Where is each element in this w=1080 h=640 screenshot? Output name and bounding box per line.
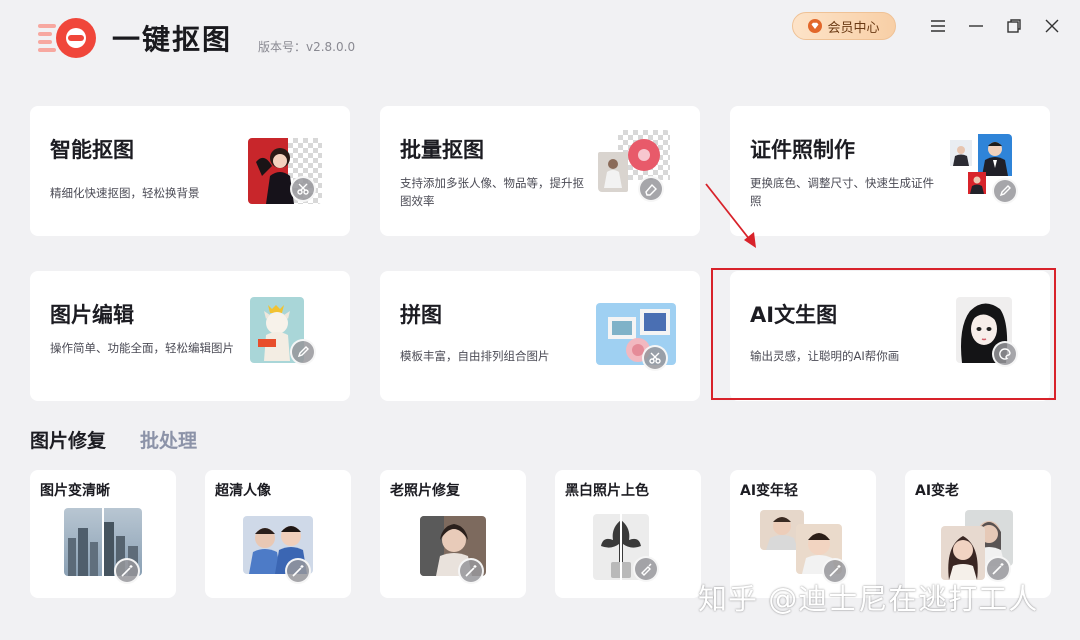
maximize-button[interactable] — [1000, 12, 1028, 40]
scissors-icon — [649, 352, 661, 364]
feature-card-image-edit[interactable]: 图片编辑 操作简单、功能全面，轻松编辑图片 — [30, 271, 350, 401]
tool-title: AI变年轻 — [740, 483, 799, 499]
pencil-icon — [999, 185, 1011, 197]
wand-icon — [992, 563, 1004, 575]
tool-card-sharpen[interactable]: 图片变清晰 — [30, 470, 176, 598]
tool-title: 黑白照片上色 — [565, 483, 649, 499]
menu-icon — [931, 20, 945, 32]
minimize-button[interactable] — [962, 12, 990, 40]
tool-title: 老照片修复 — [390, 483, 460, 499]
feature-title: 智能抠图 — [50, 138, 134, 162]
feature-desc: 操作简单、功能全面，轻松编辑图片 — [50, 341, 234, 355]
tool-card-colorize[interactable]: 黑白照片上色 — [555, 470, 701, 598]
tab-image-repair[interactable]: 图片修复 — [30, 426, 106, 453]
vip-center-button[interactable]: 会员中心 — [792, 12, 896, 40]
tool-card-hd-portrait[interactable]: 超清人像 — [205, 470, 351, 598]
version-label: 版本号：v2.8.0.0 — [258, 40, 356, 54]
feature-desc: 支持添加多张人像、物品等，提升抠图效率 — [400, 176, 584, 208]
feature-desc: 模板丰富，自由排列组合图片 — [400, 349, 550, 363]
app-title: 一键抠图 — [112, 23, 233, 56]
feature-title: 批量抠图 — [400, 138, 484, 162]
maximize-icon — [1007, 19, 1021, 33]
feature-title: 证件照制作 — [750, 138, 855, 162]
tool-title: AI变老 — [915, 483, 960, 499]
wand-badge — [458, 558, 484, 584]
feature-card-batch-cutout[interactable]: 批量抠图 支持添加多张人像、物品等，提升抠图效率 — [380, 106, 700, 236]
feature-card-smart-cutout[interactable]: 智能抠图 精细化快速抠图，轻松换背景 — [30, 106, 350, 236]
tool-title: 图片变清晰 — [40, 483, 110, 499]
tool-card-old-photo-restore[interactable]: 老照片修复 — [380, 470, 526, 598]
pencil-icon — [297, 346, 309, 358]
wand-icon — [121, 565, 133, 577]
pencil-badge — [992, 178, 1018, 204]
vip-center-label: 会员中心 — [827, 20, 880, 36]
feature-title: 图片编辑 — [50, 303, 134, 327]
wand-badge — [114, 558, 140, 584]
eraser-icon — [645, 183, 657, 196]
feature-desc: 更换底色、调整尺寸、快速生成证件照 — [750, 176, 934, 208]
brush-icon — [641, 563, 652, 576]
scissors-badge — [290, 176, 316, 202]
wand-icon — [465, 565, 477, 577]
wand-icon — [292, 565, 304, 577]
close-button[interactable] — [1038, 12, 1066, 40]
annotation-highlight-box — [711, 268, 1056, 400]
minimize-icon — [969, 25, 983, 27]
brush-badge — [633, 556, 659, 582]
close-icon — [1045, 19, 1059, 33]
feature-title: 拼图 — [400, 303, 442, 327]
tab-batch-processing[interactable]: 批处理 — [140, 426, 197, 453]
scissors-icon — [297, 183, 309, 195]
wand-badge — [285, 558, 311, 584]
scissors-badge — [642, 345, 668, 371]
ai-older-thumbnail-front — [941, 526, 985, 580]
annotation-arrow — [705, 183, 756, 248]
feature-card-id-photo[interactable]: 证件照制作 更换底色、调整尺寸、快速生成证件照 — [730, 106, 1050, 236]
feature-desc: 精细化快速抠图，轻松换背景 — [50, 186, 200, 200]
app-logo — [38, 18, 96, 58]
menu-button[interactable] — [924, 12, 952, 40]
pencil-badge — [290, 339, 316, 365]
tool-title: 超清人像 — [215, 483, 271, 499]
vip-diamond-icon — [808, 19, 823, 33]
eraser-badge — [638, 176, 664, 202]
watermark-text: 知乎 @迪士尼在逃打工人 — [698, 582, 1039, 616]
feature-card-collage[interactable]: 拼图 模板丰富，自由排列组合图片 — [380, 271, 700, 401]
